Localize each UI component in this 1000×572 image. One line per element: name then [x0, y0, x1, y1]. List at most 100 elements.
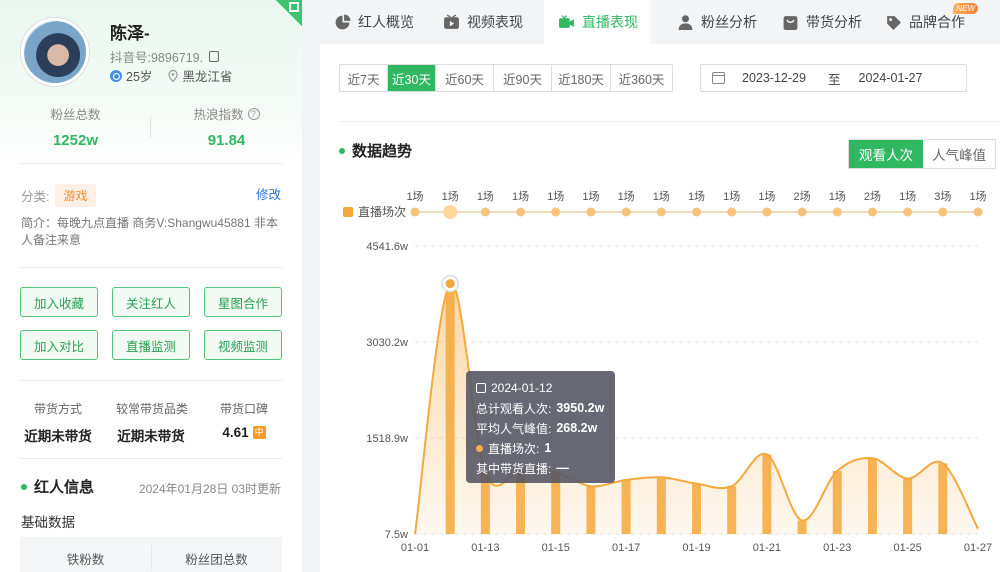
chart-tooltip: 2024-01-12 总计观看人次: 3950.2w 平均人气峰值: 268.2w … — [466, 371, 615, 483]
session-dot — [797, 207, 807, 217]
range-30d[interactable]: 近30天 — [388, 65, 436, 91]
xingtu-cooperation-button[interactable]: 星图合作 — [204, 287, 282, 317]
x-tick-label: 01-19 — [682, 542, 710, 554]
influencer-name: 陈泽- — [110, 24, 150, 43]
profile-meta: 25岁 黑龙江省 — [110, 66, 232, 85]
reputation-badge: 中 — [252, 426, 266, 439]
session-count-label: 3场 — [934, 189, 951, 203]
tab-overview[interactable]: 红人概览 — [320, 0, 424, 44]
x-tick-label: 01-23 — [823, 542, 851, 554]
qr-code-icon[interactable] — [276, 0, 302, 26]
cargo-category-label: 较常带货品类 — [116, 402, 189, 416]
fans-value: 1252w — [52, 132, 99, 149]
profile-panel: 陈泽- 抖音号:9896719. 25岁 黑龙江省 粉丝总数 1252w 热浪指… — [0, 0, 302, 572]
session-count-label: 1场 — [406, 189, 423, 203]
heat-stat: 热浪指数? 91.84 — [151, 104, 302, 149]
bar — [867, 458, 877, 534]
tab-label: 红人概览 — [358, 14, 414, 30]
session-dot — [586, 207, 596, 217]
video-monitor-button[interactable]: 视频监测 — [204, 330, 282, 360]
age: 25岁 — [126, 70, 153, 84]
tab-fans[interactable]: 粉丝分析 — [651, 0, 759, 44]
pie-chart-icon — [335, 14, 351, 29]
divider — [150, 116, 151, 138]
bar — [621, 479, 631, 534]
session-count-label: 1场 — [512, 189, 529, 203]
date-separator: 至 — [828, 72, 841, 87]
toggle-views[interactable]: 观看人次 — [849, 140, 923, 168]
profile-stats: 粉丝总数 1252w 热浪指数? 91.84 — [0, 104, 302, 149]
heat-value: 91.84 — [207, 132, 246, 149]
new-badge: NEW — [953, 3, 978, 14]
douyin-id: 抖音号:9896719. — [110, 47, 220, 66]
category: 分类: 游戏 — [21, 184, 96, 207]
x-tick-label: 01-25 — [894, 542, 922, 554]
y-tick-label: 3030.2w — [366, 337, 408, 349]
tab-brand[interactable]: 品牌合作 NEW — [862, 0, 978, 44]
douyin-id-text: 抖音号:9896719. — [110, 51, 204, 65]
session-dot — [621, 207, 631, 217]
shopping-bag-icon — [783, 15, 798, 30]
session-count-label: 1场 — [829, 189, 846, 203]
range-60d[interactable]: 近60天 — [436, 65, 494, 91]
session-dot — [443, 205, 458, 219]
tab-live[interactable]: 直播表现 — [544, 0, 651, 44]
divider — [20, 163, 282, 164]
date-from[interactable]: 2023-12-29 — [742, 71, 818, 85]
update-time: 2024年01月28日 03时更新 — [138, 482, 281, 496]
divider — [20, 458, 282, 459]
x-tick-label: 01-21 — [753, 542, 781, 554]
session-count-label: 1场 — [618, 189, 635, 203]
avatar — [21, 18, 89, 86]
info-title-text: 红人信息 — [34, 479, 95, 496]
date-picker[interactable]: 2023-12-29 至 2024-01-27 — [700, 64, 967, 92]
tab-bar: 红人概览 视频表现 直播表现 粉丝分析 带货分析 品牌合作 NEW — [320, 0, 1000, 44]
date-to[interactable]: 2024-01-27 — [859, 71, 923, 85]
session-dot — [692, 207, 701, 217]
toggle-peak[interactable]: 人气峰值 — [923, 140, 995, 168]
session-dot — [656, 207, 666, 217]
male-icon — [110, 69, 122, 82]
follow-influencer-button[interactable]: 关注红人 — [112, 287, 190, 317]
add-favorite-button[interactable]: 加入收藏 — [20, 287, 98, 317]
session-count-label: 1场 — [969, 189, 986, 203]
range-7d[interactable]: 近7天 — [340, 65, 388, 91]
metric-toggle: 观看人次 人气峰值 — [848, 139, 996, 169]
tab-label: 品牌合作 — [909, 14, 965, 30]
live-camera-icon — [559, 14, 574, 28]
cargo-reputation-label: 带货口碑 — [219, 402, 268, 416]
fans-stat: 粉丝总数 1252w — [0, 104, 151, 149]
edit-category-link[interactable]: 修改 — [256, 184, 281, 203]
tooltip-peak: 268.2w — [556, 421, 598, 435]
range-90d[interactable]: 近90天 — [494, 65, 552, 91]
range-360d[interactable]: 近360天 — [611, 65, 672, 91]
x-tick-label: 01-17 — [612, 542, 640, 554]
tooltip-total: 3950.2w — [556, 401, 605, 415]
divider — [20, 267, 282, 268]
sessions-icon — [343, 207, 353, 217]
tab-video[interactable]: 视频表现 — [424, 0, 544, 44]
cargo-reputation-value: 4.61 — [222, 425, 249, 440]
session-count-label: 1场 — [477, 189, 494, 203]
tab-label: 粉丝分析 — [701, 14, 757, 30]
tab-sales[interactable]: 带货分析 — [759, 0, 862, 44]
copy-icon[interactable] — [209, 51, 220, 62]
tab-label: 带货分析 — [806, 14, 862, 30]
divider — [339, 121, 1000, 122]
session-dot — [762, 207, 772, 217]
bar — [727, 486, 737, 534]
sessions-label: 直播场次 — [358, 205, 406, 219]
add-compare-button[interactable]: 加入对比 — [20, 330, 98, 360]
cargo-category-value: 近期未带货 — [117, 429, 185, 444]
bar — [656, 477, 666, 534]
iron-fans-label: 铁粉数 — [66, 553, 105, 567]
live-monitor-button[interactable]: 直播监测 — [112, 330, 190, 360]
bar — [762, 454, 772, 534]
action-buttons: 加入收藏 关注红人 星图合作 加入对比 直播监测 视频监测 — [20, 287, 282, 360]
session-count-label: 2场 — [864, 189, 881, 203]
range-180d[interactable]: 近180天 — [552, 65, 611, 91]
fans-label: 粉丝总数 — [50, 108, 101, 122]
category-tag: 游戏 — [55, 184, 96, 207]
calendar-icon — [712, 72, 725, 84]
help-icon[interactable]: ? — [247, 107, 260, 120]
